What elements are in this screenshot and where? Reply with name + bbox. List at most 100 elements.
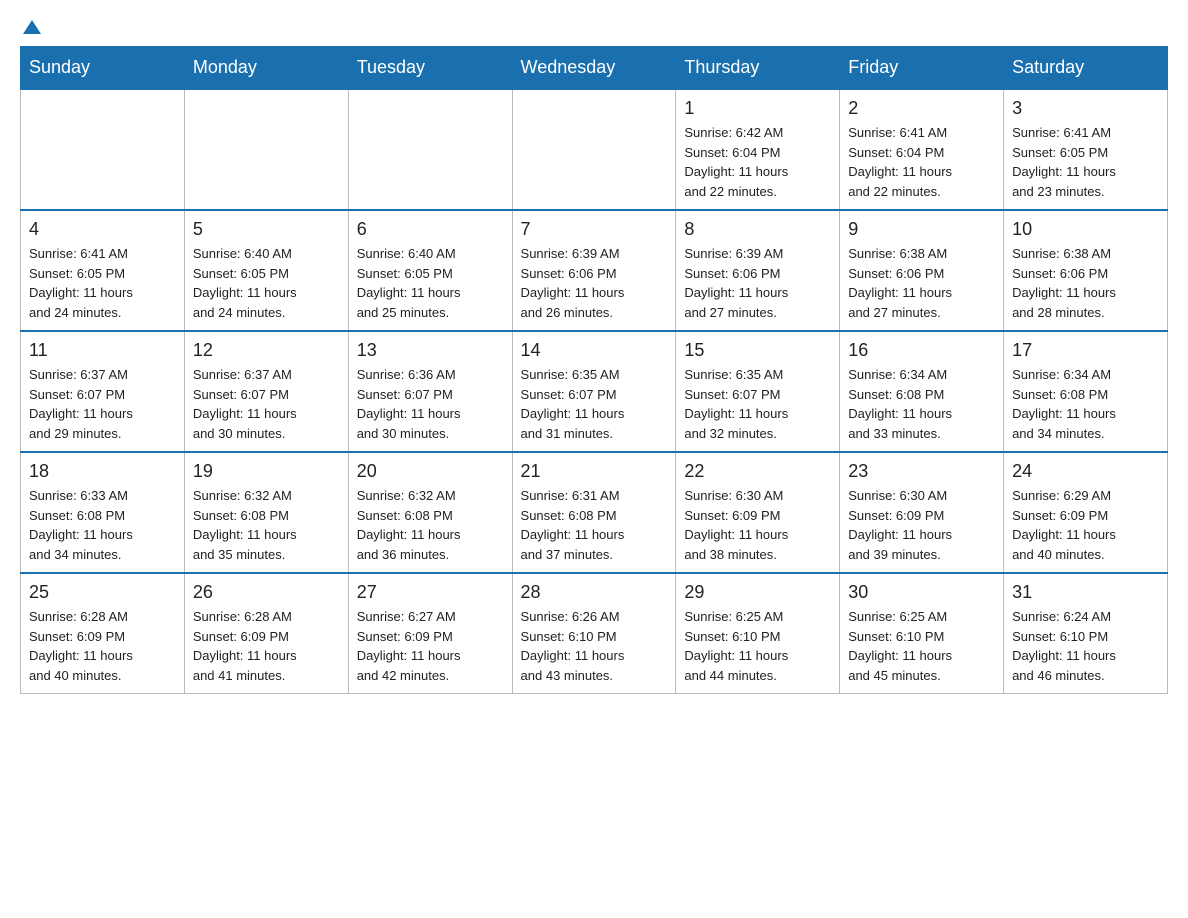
calendar-cell: 23 Sunrise: 6:30 AMSunset: 6:09 PMDayligh… [840, 452, 1004, 573]
day-number: 30 [848, 582, 995, 603]
calendar-cell: 4 Sunrise: 6:41 AMSunset: 6:05 PMDaylight… [21, 210, 185, 331]
day-number: 1 [684, 98, 831, 119]
calendar-cell: 9 Sunrise: 6:38 AMSunset: 6:06 PMDaylight… [840, 210, 1004, 331]
day-of-week-header: Tuesday [348, 47, 512, 90]
day-number: 14 [521, 340, 668, 361]
day-info: Sunrise: 6:37 AMSunset: 6:07 PMDaylight:… [193, 365, 340, 443]
day-number: 18 [29, 461, 176, 482]
day-number: 15 [684, 340, 831, 361]
calendar-cell: 16 Sunrise: 6:34 AMSunset: 6:08 PMDayligh… [840, 331, 1004, 452]
day-number: 5 [193, 219, 340, 240]
calendar-cell: 25 Sunrise: 6:28 AMSunset: 6:09 PMDayligh… [21, 573, 185, 694]
day-number: 12 [193, 340, 340, 361]
day-info: Sunrise: 6:41 AMSunset: 6:05 PMDaylight:… [29, 244, 176, 322]
calendar-header-row: SundayMondayTuesdayWednesdayThursdayFrid… [21, 47, 1168, 90]
day-of-week-header: Monday [184, 47, 348, 90]
day-of-week-header: Friday [840, 47, 1004, 90]
day-info: Sunrise: 6:28 AMSunset: 6:09 PMDaylight:… [29, 607, 176, 685]
day-info: Sunrise: 6:32 AMSunset: 6:08 PMDaylight:… [193, 486, 340, 564]
calendar-cell [21, 89, 185, 210]
day-number: 4 [29, 219, 176, 240]
calendar-cell: 22 Sunrise: 6:30 AMSunset: 6:09 PMDayligh… [676, 452, 840, 573]
day-info: Sunrise: 6:41 AMSunset: 6:05 PMDaylight:… [1012, 123, 1159, 201]
calendar-cell: 3 Sunrise: 6:41 AMSunset: 6:05 PMDaylight… [1004, 89, 1168, 210]
calendar-cell: 30 Sunrise: 6:25 AMSunset: 6:10 PMDayligh… [840, 573, 1004, 694]
day-info: Sunrise: 6:35 AMSunset: 6:07 PMDaylight:… [684, 365, 831, 443]
week-row: 18 Sunrise: 6:33 AMSunset: 6:08 PMDayligh… [21, 452, 1168, 573]
day-info: Sunrise: 6:34 AMSunset: 6:08 PMDaylight:… [848, 365, 995, 443]
calendar-cell: 29 Sunrise: 6:25 AMSunset: 6:10 PMDayligh… [676, 573, 840, 694]
calendar-cell: 5 Sunrise: 6:40 AMSunset: 6:05 PMDaylight… [184, 210, 348, 331]
page-header [20, 20, 1168, 30]
day-number: 13 [357, 340, 504, 361]
day-info: Sunrise: 6:25 AMSunset: 6:10 PMDaylight:… [684, 607, 831, 685]
week-row: 25 Sunrise: 6:28 AMSunset: 6:09 PMDayligh… [21, 573, 1168, 694]
day-number: 26 [193, 582, 340, 603]
calendar-cell: 17 Sunrise: 6:34 AMSunset: 6:08 PMDayligh… [1004, 331, 1168, 452]
day-info: Sunrise: 6:30 AMSunset: 6:09 PMDaylight:… [848, 486, 995, 564]
day-info: Sunrise: 6:39 AMSunset: 6:06 PMDaylight:… [684, 244, 831, 322]
day-of-week-header: Sunday [21, 47, 185, 90]
calendar-cell: 26 Sunrise: 6:28 AMSunset: 6:09 PMDayligh… [184, 573, 348, 694]
day-number: 23 [848, 461, 995, 482]
calendar-cell: 12 Sunrise: 6:37 AMSunset: 6:07 PMDayligh… [184, 331, 348, 452]
day-info: Sunrise: 6:42 AMSunset: 6:04 PMDaylight:… [684, 123, 831, 201]
day-info: Sunrise: 6:29 AMSunset: 6:09 PMDaylight:… [1012, 486, 1159, 564]
day-number: 25 [29, 582, 176, 603]
calendar-cell: 8 Sunrise: 6:39 AMSunset: 6:06 PMDaylight… [676, 210, 840, 331]
day-number: 6 [357, 219, 504, 240]
day-info: Sunrise: 6:25 AMSunset: 6:10 PMDaylight:… [848, 607, 995, 685]
day-number: 20 [357, 461, 504, 482]
day-info: Sunrise: 6:33 AMSunset: 6:08 PMDaylight:… [29, 486, 176, 564]
day-number: 19 [193, 461, 340, 482]
day-number: 8 [684, 219, 831, 240]
logo [20, 20, 41, 30]
day-of-week-header: Saturday [1004, 47, 1168, 90]
calendar-cell: 15 Sunrise: 6:35 AMSunset: 6:07 PMDayligh… [676, 331, 840, 452]
day-info: Sunrise: 6:31 AMSunset: 6:08 PMDaylight:… [521, 486, 668, 564]
day-info: Sunrise: 6:30 AMSunset: 6:09 PMDaylight:… [684, 486, 831, 564]
day-info: Sunrise: 6:38 AMSunset: 6:06 PMDaylight:… [1012, 244, 1159, 322]
calendar-cell [184, 89, 348, 210]
week-row: 1 Sunrise: 6:42 AMSunset: 6:04 PMDaylight… [21, 89, 1168, 210]
day-info: Sunrise: 6:27 AMSunset: 6:09 PMDaylight:… [357, 607, 504, 685]
calendar-cell: 11Sunrise: 6:37 AMSunset: 6:07 PMDayligh… [21, 331, 185, 452]
calendar-cell: 7Sunrise: 6:39 AMSunset: 6:06 PMDaylight… [512, 210, 676, 331]
calendar-cell: 2Sunrise: 6:41 AMSunset: 6:04 PMDaylight… [840, 89, 1004, 210]
day-number: 3 [1012, 98, 1159, 119]
calendar-cell: 10Sunrise: 6:38 AMSunset: 6:06 PMDayligh… [1004, 210, 1168, 331]
day-of-week-header: Wednesday [512, 47, 676, 90]
day-info: Sunrise: 6:37 AMSunset: 6:07 PMDaylight:… [29, 365, 176, 443]
calendar-cell: 18 Sunrise: 6:33 AMSunset: 6:08 PMDayligh… [21, 452, 185, 573]
day-info: Sunrise: 6:26 AMSunset: 6:10 PMDaylight:… [521, 607, 668, 685]
day-number: 22 [684, 461, 831, 482]
day-number: 9 [848, 219, 995, 240]
day-info: Sunrise: 6:34 AMSunset: 6:08 PMDaylight:… [1012, 365, 1159, 443]
calendar-cell [512, 89, 676, 210]
calendar-cell: 24Sunrise: 6:29 AMSunset: 6:09 PMDayligh… [1004, 452, 1168, 573]
day-info: Sunrise: 6:40 AMSunset: 6:05 PMDaylight:… [193, 244, 340, 322]
day-info: Sunrise: 6:24 AMSunset: 6:10 PMDaylight:… [1012, 607, 1159, 685]
day-of-week-header: Thursday [676, 47, 840, 90]
day-info: Sunrise: 6:36 AMSunset: 6:07 PMDaylight:… [357, 365, 504, 443]
week-row: 11Sunrise: 6:37 AMSunset: 6:07 PMDayligh… [21, 331, 1168, 452]
day-info: Sunrise: 6:39 AMSunset: 6:06 PMDaylight:… [521, 244, 668, 322]
day-info: Sunrise: 6:28 AMSunset: 6:09 PMDaylight:… [193, 607, 340, 685]
day-info: Sunrise: 6:32 AMSunset: 6:08 PMDaylight:… [357, 486, 504, 564]
calendar-cell: 14Sunrise: 6:35 AMSunset: 6:07 PMDayligh… [512, 331, 676, 452]
calendar-cell: 21 Sunrise: 6:31 AMSunset: 6:08 PMDayligh… [512, 452, 676, 573]
day-info: Sunrise: 6:41 AMSunset: 6:04 PMDaylight:… [848, 123, 995, 201]
day-info: Sunrise: 6:40 AMSunset: 6:05 PMDaylight:… [357, 244, 504, 322]
calendar-cell: 27 Sunrise: 6:27 AMSunset: 6:09 PMDayligh… [348, 573, 512, 694]
day-number: 17 [1012, 340, 1159, 361]
calendar-cell: 6 Sunrise: 6:40 AMSunset: 6:05 PMDaylight… [348, 210, 512, 331]
day-number: 27 [357, 582, 504, 603]
calendar-cell: 19 Sunrise: 6:32 AMSunset: 6:08 PMDayligh… [184, 452, 348, 573]
day-number: 16 [848, 340, 995, 361]
day-number: 28 [521, 582, 668, 603]
day-number: 29 [684, 582, 831, 603]
calendar-cell: 13 Sunrise: 6:36 AMSunset: 6:07 PMDayligh… [348, 331, 512, 452]
day-number: 21 [521, 461, 668, 482]
day-number: 31 [1012, 582, 1159, 603]
day-info: Sunrise: 6:38 AMSunset: 6:06 PMDaylight:… [848, 244, 995, 322]
